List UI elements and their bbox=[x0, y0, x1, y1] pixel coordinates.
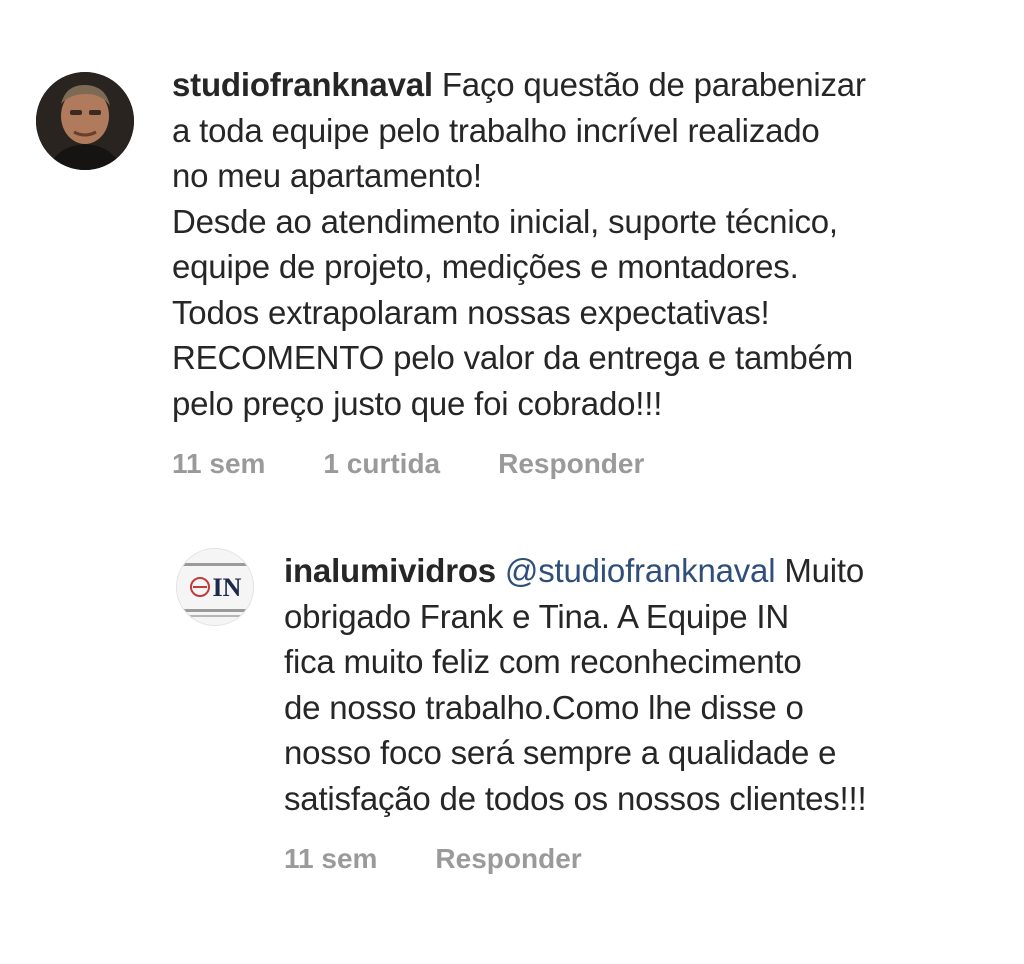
brand-logo-avatar-icon: IN bbox=[177, 549, 253, 625]
comment-username[interactable]: inalumividros bbox=[284, 552, 496, 589]
comment-username[interactable]: studiofranknaval bbox=[172, 66, 433, 103]
user-photo-avatar-icon bbox=[36, 72, 134, 170]
avatar-logo-text: IN bbox=[213, 573, 242, 602]
comment-meta: 11 sem Responder bbox=[284, 843, 984, 875]
comment-text: studiofranknaval Faço questão de paraben… bbox=[172, 62, 972, 426]
avatar[interactable] bbox=[36, 72, 134, 170]
comment-text: inalumividros @studiofranknaval Muito ob… bbox=[284, 548, 984, 821]
comment-meta: 11 sem 1 curtida Responder bbox=[172, 448, 972, 480]
reply-button[interactable]: Responder bbox=[498, 448, 644, 480]
reply-button[interactable]: Responder bbox=[435, 843, 581, 875]
comment-body: studiofranknaval Faço questão de paraben… bbox=[172, 62, 972, 480]
comment-time: 11 sem bbox=[172, 448, 266, 479]
comment-content: Muito obrigado Frank e Tina. A Equipe IN… bbox=[284, 552, 867, 817]
comment-body: inalumividros @studiofranknaval Muito ob… bbox=[284, 548, 984, 875]
comment-likes[interactable]: 1 curtida bbox=[323, 448, 440, 480]
comment-content: Faço questão de parabenizar a toda equip… bbox=[172, 66, 866, 422]
comment-time: 11 sem bbox=[284, 843, 378, 874]
avatar[interactable]: IN bbox=[176, 548, 254, 626]
mention-link[interactable]: @studiofranknaval bbox=[505, 552, 776, 589]
